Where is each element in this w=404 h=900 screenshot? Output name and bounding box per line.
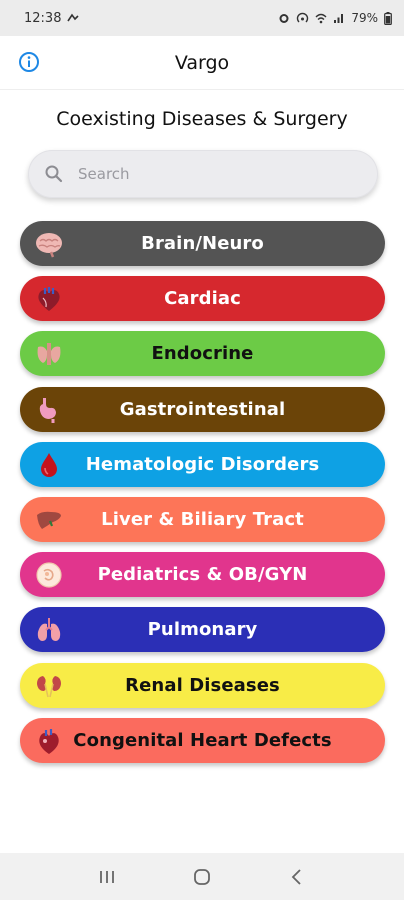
battery-percent: 79% — [351, 11, 378, 25]
search-bar[interactable] — [28, 150, 378, 198]
category-liver-biliary[interactable]: Liver & Biliary Tract — [20, 496, 385, 542]
app-title: Vargo — [174, 51, 230, 74]
stomach-icon — [39, 397, 56, 423]
category-congenital-heart-defects[interactable]: Congenital Heart Defects — [20, 717, 385, 763]
wifi-icon — [315, 12, 327, 24]
thyroid-icon — [37, 343, 61, 366]
anatomical-heart-icon — [39, 728, 59, 754]
notification-icon — [67, 13, 80, 23]
category-list: Brain/Neuro Cardiac Endocrine Gastrointe… — [20, 221, 385, 773]
category-label: Congenital Heart Defects — [73, 729, 332, 751]
info-icon — [19, 52, 39, 72]
system-nav-bar — [0, 853, 404, 900]
category-cardiac[interactable]: Cardiac — [20, 276, 385, 322]
category-label: Brain/Neuro — [141, 233, 264, 254]
category-label: Endocrine — [151, 343, 254, 365]
home-button[interactable] — [182, 862, 222, 892]
category-gastrointestinal[interactable]: Gastrointestinal — [20, 386, 385, 432]
category-brain-neuro[interactable]: Brain/Neuro — [20, 221, 385, 266]
back-button[interactable] — [277, 862, 317, 892]
recent-apps-button[interactable] — [87, 862, 127, 892]
brain-icon — [36, 233, 62, 258]
heart-icon — [38, 287, 60, 312]
status-time: 12:38 — [24, 10, 62, 26]
status-right: 79% — [278, 11, 392, 25]
baby-icon — [36, 562, 62, 588]
category-endocrine[interactable]: Endocrine — [20, 331, 385, 377]
category-hematologic-disorders[interactable]: Hematologic Disorders — [20, 441, 385, 487]
kidneys-icon — [37, 675, 61, 697]
category-label: Pulmonary — [147, 619, 258, 641]
category-label: Pediatrics & OB/GYN — [97, 564, 308, 586]
info-button[interactable] — [18, 51, 40, 73]
app-header: Vargo — [0, 36, 404, 90]
page-title: Coexisting Diseases & Surgery — [56, 108, 348, 130]
category-pediatrics-ob-gyn[interactable]: Pediatrics & OB/GYN — [20, 552, 385, 598]
search-icon — [45, 165, 63, 183]
category-label: Gastrointestinal — [119, 398, 286, 420]
liver-icon — [37, 511, 61, 529]
recent-apps-icon — [100, 870, 115, 883]
signal-icon — [333, 12, 345, 24]
back-icon — [291, 868, 301, 885]
hotspot-icon — [296, 12, 309, 24]
blood-drop-icon — [41, 452, 57, 477]
category-label: Renal Diseases — [125, 674, 280, 696]
status-bar: 12:38 79% — [0, 0, 404, 36]
alarm-icon — [278, 12, 290, 24]
battery-icon — [384, 11, 392, 25]
search-input[interactable] — [78, 165, 362, 183]
category-label: Cardiac — [164, 288, 241, 310]
category-renal-diseases[interactable]: Renal Diseases — [20, 662, 385, 708]
status-left: 12:38 — [24, 10, 80, 26]
category-pulmonary[interactable]: Pulmonary — [20, 607, 385, 653]
lungs-icon — [37, 618, 61, 642]
category-label: Hematologic Disorders — [85, 453, 320, 475]
category-label: Liver & Biliary Tract — [101, 508, 304, 530]
home-icon — [194, 868, 210, 885]
